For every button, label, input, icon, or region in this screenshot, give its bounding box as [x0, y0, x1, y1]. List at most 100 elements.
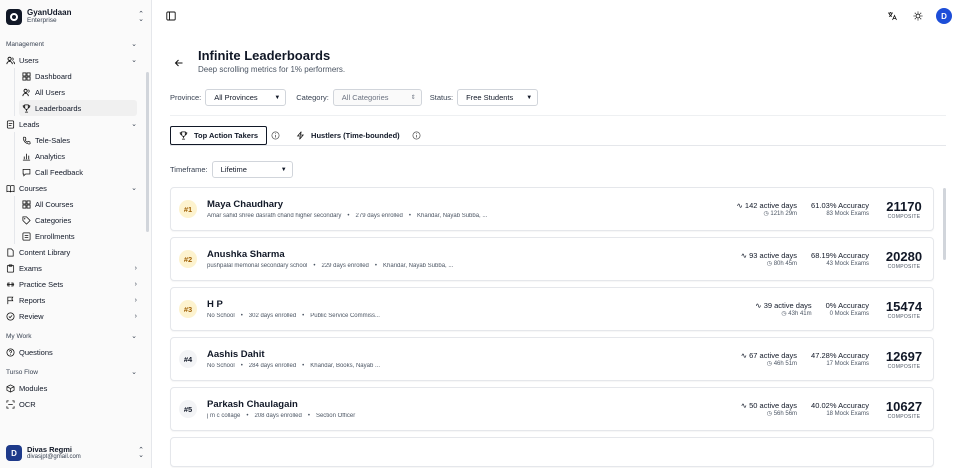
sidebar-item-dashboard[interactable]: Dashboard [19, 68, 137, 84]
main-scrollbar[interactable] [943, 188, 946, 260]
sidebar-item-label: Enrollments [35, 231, 75, 241]
sidebar-scrollbar[interactable] [146, 72, 149, 232]
leaderboard-card[interactable] [170, 437, 934, 467]
chevron-down-icon: ⌄ [131, 185, 137, 192]
sidebar-item-label: Questions [19, 347, 53, 357]
user-menu[interactable]: D Divas Regmi divasjpt@gmail.com ⌃ ⌄ [0, 438, 151, 468]
section-my-work[interactable]: My Work ⌄ [4, 328, 147, 344]
leaderboard-card[interactable]: #1 Maya Chaudhary Amar sahid shree dasra… [170, 187, 934, 231]
student-name: H P [207, 299, 223, 310]
enrolled-days: 208 days enrolled [254, 413, 302, 419]
sidebar-item-all-users[interactable]: All Users [19, 84, 137, 100]
clock-icon: ◷ [763, 210, 769, 217]
avatar[interactable]: D [936, 8, 952, 24]
sidebar-item-categories[interactable]: Categories [19, 212, 137, 228]
help-circle-icon [6, 348, 15, 357]
sidebar-item-courses[interactable]: Courses ⌄ [4, 180, 147, 196]
study-time: ◷ 80h 45m [741, 260, 797, 268]
sidebar-item-label: Users [19, 55, 39, 65]
sidebar-item-users[interactable]: Users ⌄ [4, 52, 147, 68]
leaderboard-card[interactable]: #3 H P No School • 302 days enrolled • Publi… [170, 287, 934, 331]
school: pushpalal memorial secondary school [207, 263, 308, 269]
sidebar-item-label: OCR [19, 399, 36, 409]
sidebar-item-analytics[interactable]: Analytics [19, 148, 137, 164]
sidebar-item-practice-sets[interactable]: Practice Sets › [4, 276, 147, 292]
school: No School [207, 313, 235, 319]
sidebar-item-modules[interactable]: Modules [4, 380, 147, 396]
sidebar-item-label: Modules [19, 383, 48, 393]
chevron-right-icon: › [134, 264, 137, 272]
status-select[interactable]: Free Students ▼ [457, 89, 539, 106]
arrow-left-icon[interactable] [174, 58, 184, 68]
active-days-value: 142 active days [744, 200, 798, 210]
sidebar-item-label: Leaderboards [35, 103, 82, 113]
activity-icon: ∿ [736, 200, 743, 210]
active-days-value: 39 active days [763, 300, 812, 310]
active-days-value: 93 active days [749, 250, 798, 260]
accuracy: 68.19% Accuracy [811, 250, 869, 260]
active-days: ∿ 142 active days [737, 201, 798, 210]
check-circle-icon [6, 312, 15, 321]
composite-label: COMPOSITE [887, 313, 921, 320]
province-select[interactable]: All Provinces ▼ [205, 89, 287, 106]
brand-name: GyanUdaan [27, 8, 72, 17]
study-time-value: 43h 41m [788, 310, 812, 317]
rank-badge: #4 [179, 350, 197, 368]
sidebar-item-reports[interactable]: Reports › [4, 292, 147, 308]
tab-label: Hustlers (Time-bounded) [311, 131, 400, 140]
sidebar-item-leaderboards[interactable]: Leaderboards [19, 100, 137, 116]
sun-icon[interactable] [912, 10, 924, 22]
activity-icon: ∿ [740, 350, 747, 360]
activity-icon: ∿ [740, 400, 747, 410]
timeframe-select[interactable]: Lifetime ▼ [211, 161, 293, 178]
sidebar-item-tele-sales[interactable]: Tele-Sales [19, 132, 137, 148]
exam-tags: Kharidar, Books, Nayab ... [310, 363, 380, 369]
sidebar-item-label: Tele-Sales [35, 135, 71, 145]
sidebar: GyanUdaan Enterprise ⌃ ⌄ Management ⌄ Use… [0, 0, 152, 468]
trophy-icon [22, 103, 31, 113]
sidebar-item-label: Dashboard [35, 71, 72, 81]
clock-icon: ◷ [766, 410, 773, 417]
sidebar-toggle-icon[interactable] [166, 11, 176, 21]
clock-icon: ◷ [781, 310, 787, 317]
composite-score: 12697 [885, 348, 923, 364]
leaderboard-card[interactable]: #4 Aashis Dahit No School • 284 days enrol… [170, 337, 934, 381]
clock-icon: ◷ [766, 360, 773, 367]
info-icon[interactable] [271, 131, 280, 140]
sidebar-item-all-courses[interactable]: All Courses [19, 196, 137, 212]
status-value: Free Students [466, 93, 514, 102]
chevrons-up-down-icon: ⇕ [410, 95, 416, 101]
page-title: Infinite Leaderboards [198, 48, 331, 63]
book-icon [6, 184, 15, 193]
tab-top-action-takers[interactable]: Top Action Takers [170, 126, 268, 145]
leaderboard-card[interactable]: #5 Parkash Chaulagain j m c collage • 208 … [170, 387, 934, 431]
sidebar-item-ocr[interactable]: OCR [4, 396, 147, 412]
school: j m c collage [207, 413, 241, 419]
sidebar-item-content-library[interactable]: Content Library [4, 244, 147, 260]
chevrons-up-down-icon: ⌃ ⌄ [138, 10, 144, 23]
users-submenu: Dashboard All Users Leaderboards [14, 68, 147, 116]
category-select[interactable]: All Categories ⇕ [332, 89, 422, 106]
sidebar-item-leads[interactable]: Leads ⌄ [4, 116, 147, 132]
sidebar-item-enrollments[interactable]: Enrollments [19, 228, 137, 244]
info-icon[interactable] [412, 131, 421, 140]
org-switcher[interactable]: GyanUdaan Enterprise ⌃ ⌄ [0, 0, 151, 32]
sidebar-item-review[interactable]: Review › [4, 308, 147, 324]
sidebar-item-call-feedback[interactable]: Call Feedback [19, 164, 137, 180]
translate-icon[interactable] [886, 10, 898, 22]
sidebar-item-label: Review [19, 311, 44, 321]
active-days-value: 67 active days [749, 350, 798, 360]
section-label: Turso Flow [6, 368, 38, 376]
section-management[interactable]: Management ⌄ [4, 36, 147, 52]
composite-label: COMPOSITE [887, 363, 921, 370]
clipboard-icon [6, 264, 15, 273]
section-turso-flow[interactable]: Turso Flow ⌄ [4, 364, 147, 380]
activity-icon: ∿ [740, 250, 747, 260]
rank-badge: #2 [179, 250, 197, 268]
sidebar-item-questions[interactable]: Questions [4, 344, 147, 360]
leaderboard-card[interactable]: #2 Anushka Sharma pushpalal memorial sec… [170, 237, 934, 281]
box-icon [6, 383, 15, 393]
tab-underline [170, 145, 946, 146]
tab-hustlers[interactable]: Hustlers (Time-bounded) [288, 126, 408, 145]
sidebar-item-exams[interactable]: Exams › [4, 260, 147, 276]
